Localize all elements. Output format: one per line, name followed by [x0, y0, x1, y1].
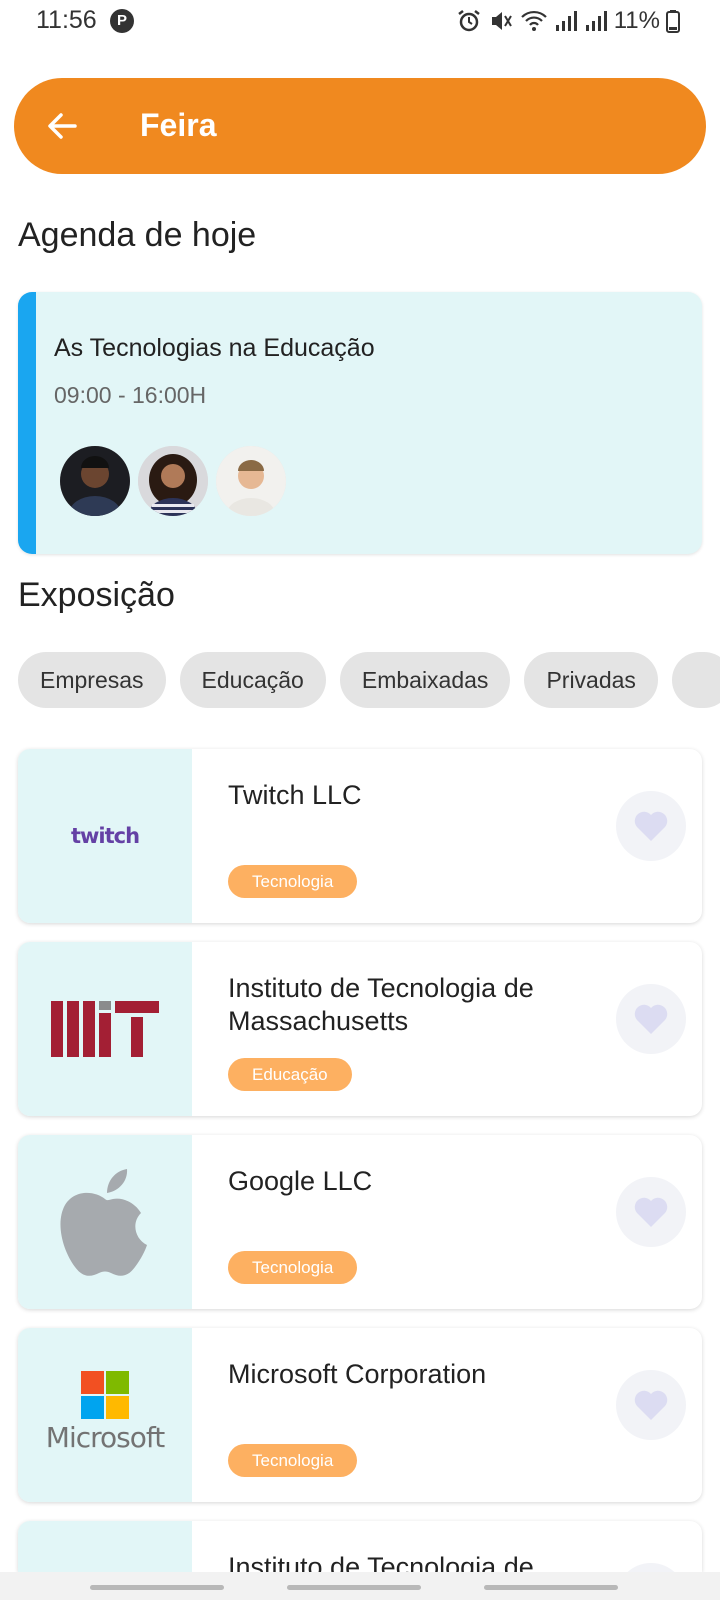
agenda-event-title: As Tecnologias na Educação [54, 334, 375, 362]
agenda-section-title: Agenda de hoje [18, 216, 257, 254]
nav-back[interactable] [484, 1585, 618, 1590]
heart-icon [634, 1004, 668, 1034]
exhibitor-name: Instituto de Tecnologia de Massachusetts [228, 973, 534, 1036]
avatar [216, 446, 286, 516]
exhibitor-logo [18, 1521, 192, 1572]
heart-icon [634, 1390, 668, 1420]
favorite-button[interactable] [616, 984, 686, 1054]
favorite-button[interactable] [616, 791, 686, 861]
arrow-left-icon [48, 113, 77, 139]
exhibitor-card[interactable]: Instituto de Tecnologia de [18, 1521, 702, 1572]
category-chips: Empresas Educação Embaixadas Privadas [18, 652, 720, 708]
status-icons: 11% [456, 7, 680, 35]
heart-icon [634, 1197, 668, 1227]
avatar [138, 446, 208, 516]
category-tag: Tecnologia [228, 1251, 358, 1284]
exhibitor-name: Microsoft Corporation [228, 1359, 487, 1389]
agenda-event-card[interactable]: As Tecnologias na Educação 09:00 - 16:00… [18, 292, 702, 554]
exhibitor-card[interactable]: Instituto de Tecnologia de Massachusetts… [18, 942, 702, 1116]
exhibitor-card[interactable]: Google LLC Tecnologia [18, 1135, 702, 1309]
attendee-avatars [60, 446, 286, 516]
category-tag: Tecnologia [228, 1444, 358, 1477]
app-header: Feira [14, 78, 706, 174]
battery-icon [666, 10, 680, 33]
exhibition-section-title: Exposição [18, 576, 175, 614]
mute-icon [491, 12, 512, 30]
nav-home[interactable] [287, 1585, 421, 1590]
exhibitor-name: Instituto de Tecnologia de [228, 1552, 534, 1572]
category-tag: Tecnologia [228, 865, 358, 898]
favorite-button[interactable] [616, 1370, 686, 1440]
nav-recent[interactable] [90, 1585, 224, 1590]
heart-icon [634, 811, 668, 841]
battery-percentage: 11% [613, 7, 660, 34]
agenda-event-time: 09:00 - 16:00H [54, 382, 207, 408]
microsoft-logo: Microsoft [18, 1328, 192, 1502]
favorite-button[interactable] [616, 1177, 686, 1247]
alarm-icon [457, 10, 480, 32]
twitch-logo: twitch [18, 749, 192, 923]
status-bar: 11:56 P 11% [0, 0, 720, 44]
apple-logo [18, 1135, 192, 1309]
exhibitor-card[interactable]: Microsoft Microsoft Corporation Tecnolog… [18, 1328, 702, 1502]
category-tag: Educação [228, 1058, 352, 1091]
exhibitor-card[interactable]: twitch Twitch LLC Tecnologia [18, 749, 702, 923]
exhibitor-name: Google LLC [228, 1166, 373, 1196]
mit-logo [18, 942, 192, 1116]
signal-icon [555, 11, 577, 31]
signal-icon-2 [585, 11, 607, 31]
chip-embaixadas[interactable]: Embaixadas [339, 652, 511, 708]
status-time: 11:56 [36, 6, 97, 34]
exhibitor-name: Twitch LLC [228, 780, 362, 810]
wifi-icon [520, 10, 547, 31]
favorite-button[interactable] [616, 1563, 686, 1572]
back-button[interactable] [42, 106, 82, 146]
avatar [60, 446, 130, 516]
p-icon: P [110, 9, 134, 33]
system-nav-bar [0, 1572, 720, 1600]
chip-partial[interactable] [671, 652, 720, 708]
page-title: Feira [140, 107, 217, 143]
chip-educacao[interactable]: Educação [179, 652, 326, 708]
agenda-accent-bar [18, 292, 36, 554]
chip-empresas[interactable]: Empresas [18, 652, 166, 708]
chip-privadas[interactable]: Privadas [524, 652, 658, 708]
